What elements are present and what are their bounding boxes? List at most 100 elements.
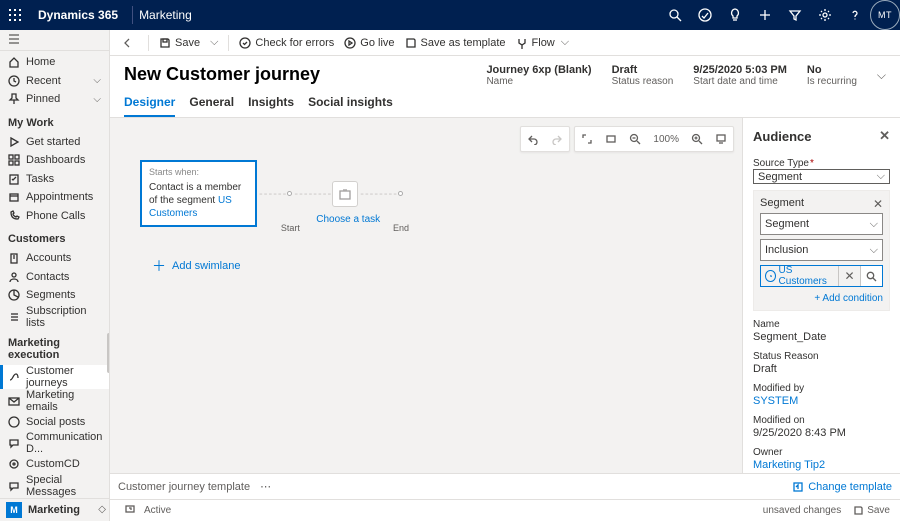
global-tools: MT — [660, 0, 900, 30]
nav-communication[interactable]: Communication D... — [0, 431, 109, 455]
message-icon — [8, 480, 20, 492]
close-icon[interactable]: ✕ — [873, 197, 883, 211]
field-value-link[interactable]: Marketing Tip2 — [753, 459, 890, 471]
segment-subpanel: ✕ Segment Segment⌵ Inclusion⌵ ◔US Custom… — [753, 190, 890, 311]
zoom-in-button[interactable] — [685, 127, 709, 151]
nav-special-messages[interactable]: Special Messages — [0, 474, 109, 498]
nav-accounts[interactable]: Accounts — [0, 249, 109, 267]
nav-label: Tasks — [26, 173, 54, 185]
chevron-down-icon[interactable]: ⌵ — [210, 36, 218, 49]
expand-icon[interactable] — [124, 503, 136, 518]
nav-recent[interactable]: Recent⌵ — [0, 72, 109, 90]
nav-customer-journeys[interactable]: Customer journeys — [0, 365, 109, 389]
card-body: Contact is a member of the segment US Cu… — [149, 181, 248, 220]
meta-label: Is recurring — [807, 76, 857, 87]
nav-customcd[interactable]: CustomCD — [0, 455, 109, 473]
tab-social-insights[interactable]: Social insights — [308, 95, 393, 117]
subpanel-title: Segment — [760, 197, 883, 209]
add-condition-link[interactable]: + Add condition — [760, 293, 883, 304]
source-type-dropdown[interactable]: Segment⌵ — [753, 169, 890, 184]
assistant-icon[interactable] — [690, 0, 720, 30]
nav-label: Customer journeys — [26, 365, 101, 389]
flow-lane: Starts when: Contact is a member of the … — [140, 160, 403, 227]
start-card[interactable]: Starts when: Contact is a member of the … — [140, 160, 257, 227]
tab-general[interactable]: General — [189, 95, 234, 117]
meta-name: Journey 6xp (Blank) — [486, 64, 591, 76]
segment-lookup[interactable]: ◔US Customers ✕ — [760, 265, 883, 287]
choose-task-tile[interactable]: Choose a task — [332, 181, 358, 207]
search-icon[interactable] — [860, 266, 882, 286]
cmd-label: Flow — [532, 37, 555, 49]
nav-segments[interactable]: Segments — [0, 286, 109, 304]
save-button[interactable]: Save — [159, 37, 200, 49]
nav-appointments[interactable]: Appointments — [0, 188, 109, 206]
sidebar: Home Recent⌵ Pinned⌵ My Work Get started… — [0, 30, 110, 521]
redo-button[interactable] — [545, 127, 569, 151]
field-label: Name — [753, 319, 890, 330]
present-icon[interactable] — [709, 127, 733, 151]
fullscreen-icon[interactable] — [575, 127, 599, 151]
add-icon[interactable] — [750, 0, 780, 30]
nav-dashboards[interactable]: Dashboards — [0, 151, 109, 169]
area-icon: M — [6, 502, 22, 518]
connector: - - - - - - - - — [358, 188, 398, 200]
undo-button[interactable] — [521, 127, 545, 151]
end-label: End — [371, 223, 431, 233]
tab-designer[interactable]: Designer — [124, 95, 175, 117]
lightbulb-icon[interactable] — [720, 0, 750, 30]
save-icon — [405, 37, 417, 49]
save-footer-button[interactable]: Save — [853, 505, 890, 516]
global-nav: Dynamics 365 Marketing MT — [0, 0, 900, 30]
nav-label: Phone Calls — [26, 210, 85, 222]
nav-subscriptions[interactable]: Subscription lists — [0, 305, 109, 329]
more-icon[interactable]: ⋯ — [260, 480, 271, 493]
user-avatar[interactable]: MT — [870, 0, 900, 30]
person-icon — [8, 271, 20, 283]
nav-phonecalls[interactable]: Phone Calls — [0, 207, 109, 225]
filter-icon[interactable] — [780, 0, 810, 30]
nav-tasks[interactable]: Tasks — [0, 170, 109, 188]
designer-canvas[interactable]: 100% Starts when: Contact is a member of… — [110, 118, 742, 473]
hamburger-icon[interactable] — [0, 30, 109, 48]
check-errors-button[interactable]: Check for errors — [239, 37, 334, 49]
nav-social-posts[interactable]: Social posts — [0, 413, 109, 431]
nav-contacts[interactable]: Contacts — [0, 268, 109, 286]
page-title: New Customer journey — [124, 64, 393, 85]
custom-icon — [8, 458, 20, 470]
card-header: Starts when: — [149, 167, 248, 177]
app-launcher-icon[interactable] — [0, 9, 30, 21]
back-button[interactable] — [118, 33, 138, 53]
flow-button[interactable]: Flow⌵ — [516, 36, 570, 49]
cmd-label: Go live — [360, 37, 394, 49]
gear-icon[interactable] — [810, 0, 840, 30]
field-label: Modified by — [753, 383, 890, 394]
area-switcher[interactable]: M Marketing ◇ — [0, 498, 109, 521]
task-icon — [8, 173, 20, 185]
nav-home[interactable]: Home — [0, 53, 109, 71]
tab-insights[interactable]: Insights — [248, 95, 294, 117]
meta-label: Name — [486, 76, 591, 87]
save-template-button[interactable]: Save as template — [405, 37, 506, 49]
fit-icon[interactable] — [599, 127, 623, 151]
golive-button[interactable]: Go live — [344, 37, 394, 49]
inclusion-dropdown[interactable]: Inclusion⌵ — [760, 239, 883, 261]
change-template-link[interactable]: Change template — [792, 481, 892, 493]
pin-icon — [8, 93, 20, 105]
chevron-down-icon[interactable]: ⌵ — [877, 64, 886, 83]
field-value: Draft — [753, 363, 890, 375]
add-swimlane-button[interactable]: ＋Add swimlane — [152, 256, 240, 276]
help-icon[interactable] — [840, 0, 870, 30]
template-footer: Customer journey template ⋯ Change templ… — [110, 473, 900, 499]
clear-icon[interactable]: ✕ — [838, 266, 860, 286]
nav-getstarted[interactable]: Get started — [0, 133, 109, 151]
golive-icon — [344, 37, 356, 49]
nav-marketing-emails[interactable]: Marketing emails — [0, 389, 109, 413]
search-icon[interactable] — [660, 0, 690, 30]
nav-pinned[interactable]: Pinned⌵ — [0, 90, 109, 108]
zoom-out-button[interactable] — [623, 127, 647, 151]
segment-dropdown[interactable]: Segment⌵ — [760, 213, 883, 235]
field-value-link[interactable]: SYSTEM — [753, 395, 890, 407]
clock-icon — [8, 75, 20, 87]
list-icon — [8, 311, 20, 323]
close-icon[interactable]: ✕ — [879, 128, 890, 144]
